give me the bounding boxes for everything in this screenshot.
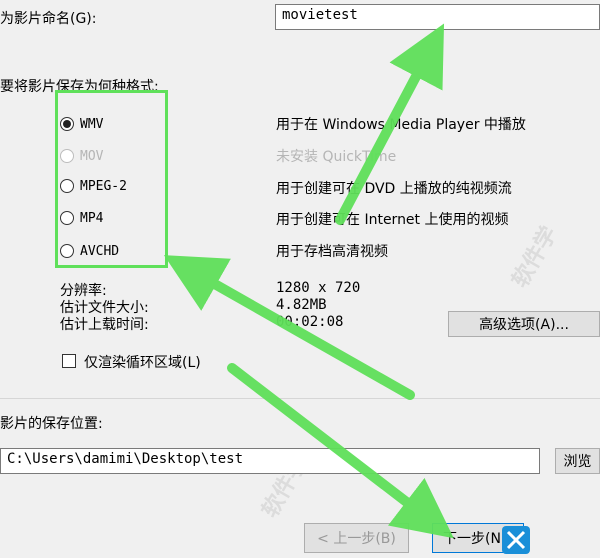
format-description-mpeg2: 用于创建可在 DVD 上播放的纯视频流 [276,181,512,197]
radio-icon [60,149,74,163]
format-option-avchd[interactable]: AVCHD [60,240,119,262]
format-option-label: MOV [80,148,104,164]
back-button[interactable]: < 上一步(B) [304,523,409,553]
format-option-label: MP4 [80,210,104,226]
format-option-mov: MOV [60,145,103,167]
watermark-text: 软件学 [507,222,563,293]
site-logo-icon [502,526,530,554]
loop-region-checkbox[interactable] [62,354,76,368]
upload-time-value: 00:02:08 [276,314,344,330]
radio-icon[interactable] [60,117,74,131]
advanced-options-button[interactable]: 高级选项(A)... [448,311,600,337]
loop-region-label: 仅渲染循环区域(L) [84,355,201,371]
format-description-mov: 未安装 QuickTime [276,149,397,165]
save-location-input[interactable]: C:\Users\damimi\Desktop\test [0,448,540,474]
format-description-wmv: 用于在 Windows Media Player 中播放 [276,117,526,133]
radio-icon[interactable] [60,211,74,225]
format-description-mp4: 用于创建可在 Internet 上使用的视频 [276,212,509,228]
movie-name-label: 为影片命名(G): [0,11,97,27]
browse-button[interactable]: 浏览 [555,448,600,474]
save-location-label: 影片的保存位置: [0,416,103,432]
format-option-label: AVCHD [80,243,120,259]
divider [0,398,600,399]
radio-icon[interactable] [60,244,74,258]
format-option-mp4[interactable]: MP4 [60,207,103,229]
format-description-avchd: 用于存档高清视频 [276,244,388,260]
format-option-wmv[interactable]: WMV [60,113,103,135]
upload-time-label: 估计上载时间: [60,317,149,333]
format-option-mpeg2[interactable]: MPEG-2 [60,175,127,197]
resolution-value: 1280 x 720 [276,280,361,296]
format-option-label: MPEG-2 [80,178,127,194]
format-option-label: WMV [80,116,104,132]
radio-icon[interactable] [60,179,74,193]
movie-name-input[interactable]: movietest [275,4,600,30]
filesize-value: 4.82MB [276,297,327,313]
